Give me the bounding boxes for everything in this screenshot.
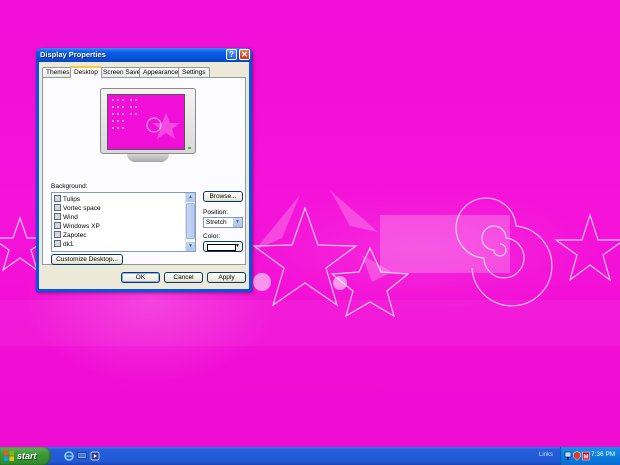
- monitor-preview: [100, 88, 196, 154]
- image-file-icon: [54, 231, 61, 238]
- wallpaper-star: [252, 206, 358, 307]
- list-item[interactable]: Windows XP: [54, 222, 100, 231]
- wallpaper-star: [554, 213, 620, 282]
- chevron-down-icon: ▼: [233, 218, 242, 227]
- windows-flag-icon: [4, 451, 14, 461]
- power-led: [188, 147, 191, 149]
- list-item[interactable]: Zapotec: [54, 231, 87, 240]
- wallpaper-glow: [253, 273, 271, 291]
- wallpaper-pattern-band: [380, 215, 510, 273]
- system-tray: M 7:36 PM: [560, 447, 620, 465]
- color-swatch: [207, 244, 236, 251]
- list-scrollbar[interactable]: ▲ ▼: [185, 193, 195, 251]
- show-desktop-icon[interactable]: [77, 451, 87, 461]
- close-button[interactable]: ✕: [239, 49, 250, 60]
- image-file-icon: [54, 204, 61, 211]
- svg-text:M: M: [584, 455, 589, 461]
- wallpaper-ribbon: [330, 190, 378, 232]
- list-item[interactable]: Wind: [54, 213, 78, 222]
- list-item[interactable]: Tulips: [54, 195, 80, 204]
- image-file-icon: [54, 213, 61, 220]
- browse-button[interactable]: Browse...: [203, 191, 243, 202]
- taskbar: start Links M 7:36 PM: [0, 447, 620, 465]
- window-client-area: Themes Desktop Screen Saver Appearance S…: [39, 62, 249, 289]
- desktop-background: Display Properties ? ✕ Themes Desktop Sc…: [0, 0, 620, 447]
- scroll-down-button[interactable]: ▼: [186, 242, 195, 251]
- monitor-stand: [127, 154, 169, 162]
- ok-button[interactable]: OK: [121, 272, 160, 283]
- background-label: Background:: [51, 183, 88, 190]
- tab-appearance[interactable]: Appearance: [139, 67, 183, 77]
- desktop-tab-panel: Background: Tulips Vortec space Wind Win…: [42, 77, 246, 265]
- position-label: Position:: [203, 209, 228, 216]
- position-value: Stretch: [206, 219, 227, 226]
- tab-themes[interactable]: Themes: [42, 67, 74, 77]
- help-button[interactable]: ?: [226, 49, 237, 60]
- links-toolbar[interactable]: Links: [539, 452, 553, 458]
- clock[interactable]: 7:36 PM: [591, 451, 615, 458]
- scroll-up-button[interactable]: ▲: [186, 193, 195, 202]
- internet-explorer-icon[interactable]: [64, 451, 74, 461]
- chevron-down-icon: ▼: [235, 243, 240, 249]
- start-button[interactable]: start: [0, 447, 51, 465]
- tab-settings[interactable]: Settings: [178, 67, 210, 77]
- customize-desktop-button[interactable]: Customize Desktop...: [51, 254, 123, 265]
- wallpaper-glow: [333, 276, 347, 290]
- list-item-selected[interactable]: dk1: [54, 240, 74, 249]
- cancel-button[interactable]: Cancel: [164, 272, 203, 283]
- tab-desktop[interactable]: Desktop: [70, 66, 102, 78]
- image-file-icon: [54, 240, 61, 247]
- apply-button[interactable]: Apply: [207, 272, 246, 283]
- background-list[interactable]: Tulips Vortec space Wind Windows XP Zapo…: [51, 192, 196, 252]
- title-bar[interactable]: Display Properties ? ✕: [36, 48, 252, 62]
- security-alert-icon[interactable]: [573, 451, 581, 461]
- antivirus-icon[interactable]: M: [582, 451, 590, 461]
- list-item[interactable]: Vortec space: [54, 204, 101, 213]
- wallpaper-preview: [107, 94, 185, 150]
- image-file-icon: [54, 222, 61, 229]
- window-title: Display Properties: [40, 50, 106, 59]
- color-label: Color:: [203, 233, 221, 240]
- network-icon[interactable]: [564, 451, 572, 461]
- start-label: start: [17, 451, 37, 461]
- scroll-thumb[interactable]: [186, 203, 195, 239]
- media-player-icon[interactable]: [90, 451, 100, 461]
- image-file-icon: [54, 195, 61, 202]
- color-picker-button[interactable]: ▼: [203, 241, 243, 252]
- display-properties-window: Display Properties ? ✕ Themes Desktop Sc…: [36, 48, 252, 292]
- position-select[interactable]: Stretch ▼: [203, 217, 243, 228]
